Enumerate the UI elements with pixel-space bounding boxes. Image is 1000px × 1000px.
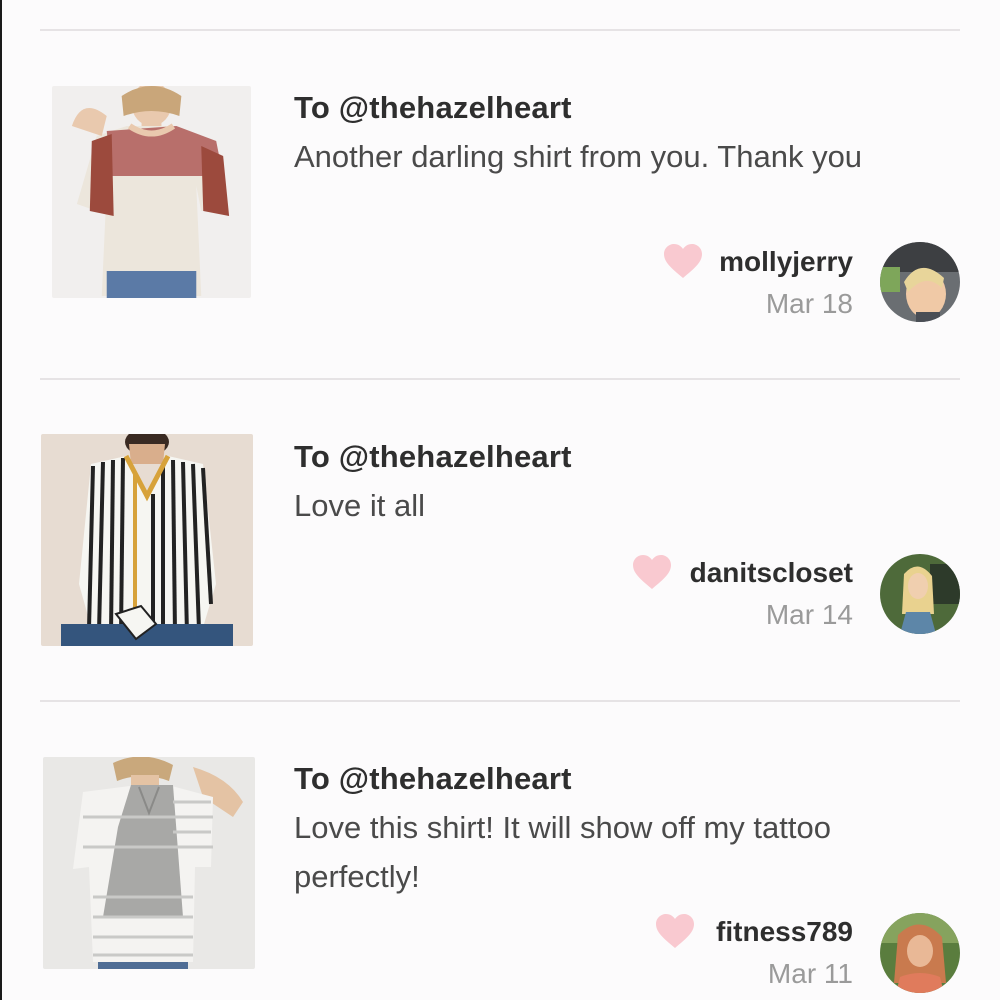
review-message: Another darling shirt from you. Thank yo… [294,139,863,174]
recipient-line: To @thehazelheart [294,761,572,796]
review-message: Love this shirt! It will show off my tat… [294,810,831,894]
username-link[interactable]: mollyjerry [719,246,853,278]
heart-icon[interactable] [632,555,672,591]
avatar[interactable] [880,913,960,993]
product-thumbnail[interactable] [52,86,251,298]
divider [40,378,960,380]
username-link[interactable]: fitness789 [716,916,853,948]
product-thumbnail[interactable] [43,757,255,969]
heart-icon[interactable] [655,914,695,950]
review-message: Love it all [294,488,425,523]
heart-icon[interactable] [663,244,703,280]
divider [40,29,960,31]
avatar[interactable] [880,242,960,322]
divider [40,700,960,702]
review-date: Mar 18 [765,288,853,319]
recipient-line: To @thehazelheart [294,90,572,125]
review-date: Mar 14 [765,599,853,630]
review-date: Mar 11 [767,958,853,989]
product-thumbnail[interactable] [41,434,253,646]
recipient-line: To @thehazelheart [294,439,572,474]
avatar[interactable] [880,554,960,634]
username-link[interactable]: danitscloset [690,557,853,589]
screen-edge [0,0,2,1000]
